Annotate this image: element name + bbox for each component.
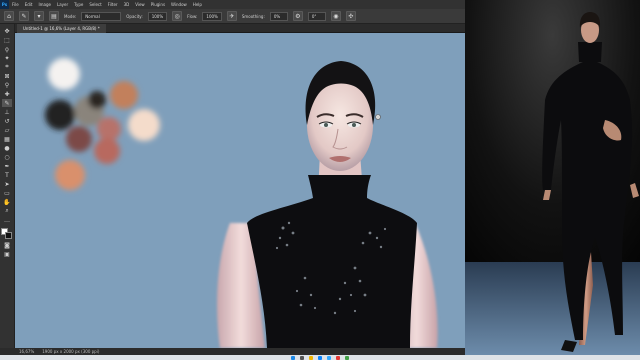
zoom-icon[interactable]: ⌕ bbox=[2, 207, 12, 215]
menu-help[interactable]: Help bbox=[190, 2, 205, 7]
healing-icon[interactable]: ✚ bbox=[2, 90, 12, 98]
menu-plugins[interactable]: Plugins bbox=[148, 2, 168, 7]
start-icon[interactable] bbox=[291, 355, 295, 360]
photoshop-icon[interactable] bbox=[327, 355, 331, 360]
color-palette bbox=[45, 58, 160, 190]
symmetry-icon[interactable]: ✣ bbox=[345, 11, 356, 21]
palette-swatch bbox=[48, 58, 80, 90]
menu-layer[interactable]: Layer bbox=[54, 2, 71, 7]
app-icon[interactable] bbox=[336, 355, 340, 360]
marquee-icon[interactable]: ⬚ bbox=[2, 36, 12, 44]
brush-preset-icon[interactable]: ✎ bbox=[19, 11, 29, 21]
palette-swatch bbox=[45, 100, 75, 130]
mode-label: Mode: bbox=[64, 13, 77, 19]
shape-icon[interactable]: ▭ bbox=[2, 189, 12, 197]
menu-type[interactable]: Type bbox=[71, 2, 86, 7]
menu-image[interactable]: Image bbox=[35, 2, 54, 7]
frame-icon[interactable]: ⊠ bbox=[2, 72, 12, 80]
photoshop-window: Ps File Edit Image Layer Type Select Fil… bbox=[0, 0, 465, 360]
reference-photo bbox=[465, 0, 640, 355]
options-bar: ⌂ ✎ ▾ ▤ Mode: Normal Opacity: 100% ◎ Flo… bbox=[0, 9, 465, 24]
menu-3d[interactable]: 3D bbox=[121, 2, 133, 7]
flow-label: Flow: bbox=[187, 13, 198, 19]
quick-mask-icon[interactable]: ◙ bbox=[2, 241, 12, 249]
palette-swatch bbox=[55, 160, 85, 190]
eraser-icon[interactable]: ▱ bbox=[2, 126, 12, 134]
palette-swatch bbox=[97, 117, 121, 141]
mode-select[interactable]: Normal bbox=[81, 11, 122, 21]
brush-settings-icon[interactable]: ▾ bbox=[34, 11, 44, 21]
zoom-readout[interactable]: 16,67% bbox=[19, 349, 34, 354]
gradient-icon[interactable]: ▦ bbox=[2, 135, 12, 143]
document-size: 1900 px x 2000 px (300 ppi) bbox=[42, 349, 100, 354]
pen-icon[interactable]: ✒ bbox=[2, 162, 12, 170]
search-icon[interactable] bbox=[300, 355, 304, 360]
screen-mode-icon[interactable]: ▣ bbox=[2, 250, 12, 258]
blur-icon[interactable]: ● bbox=[2, 144, 12, 152]
file-explorer-icon[interactable] bbox=[309, 355, 313, 360]
magic-wand-icon[interactable]: ✦ bbox=[2, 54, 12, 62]
document-tab[interactable]: Untitled-1 @ 16,6% (Layer 4, RGB/8) * bbox=[17, 24, 106, 33]
more-tools-icon[interactable]: … bbox=[2, 216, 12, 224]
palette-swatch bbox=[66, 126, 92, 152]
lasso-icon[interactable]: ϙ bbox=[2, 45, 12, 53]
dress bbox=[247, 175, 417, 348]
history-brush-icon[interactable]: ↺ bbox=[2, 117, 12, 125]
menu-filter[interactable]: Filter bbox=[105, 2, 121, 7]
flow-input[interactable]: 100% bbox=[202, 11, 222, 21]
canvas[interactable] bbox=[15, 33, 465, 348]
smoothing-label: Smoothing: bbox=[241, 13, 265, 19]
menu-select[interactable]: Select bbox=[86, 2, 104, 7]
path-select-icon[interactable]: ➤ bbox=[2, 180, 12, 188]
type-icon[interactable]: T bbox=[2, 171, 12, 179]
palette-swatch bbox=[88, 91, 106, 109]
earring bbox=[375, 114, 381, 120]
browser-icon[interactable] bbox=[318, 355, 322, 360]
menu-bar: Ps File Edit Image Layer Type Select Fil… bbox=[0, 0, 465, 9]
brush-panel-icon[interactable]: ▤ bbox=[49, 11, 59, 21]
status-bar: 16,67% 1900 px x 2000 px (300 ppi) bbox=[0, 348, 465, 355]
smoothing-options-icon[interactable]: ⚙ bbox=[292, 11, 303, 21]
document-tab-bar: Untitled-1 @ 16,6% (Layer 4, RGB/8) * bbox=[15, 24, 465, 33]
menu-window[interactable]: Window bbox=[168, 2, 190, 7]
palette-swatch bbox=[94, 138, 120, 164]
smoothing-input[interactable]: 0% bbox=[269, 11, 288, 21]
menu-file[interactable]: File bbox=[9, 2, 22, 7]
palette-swatch bbox=[110, 81, 138, 109]
dodge-icon[interactable]: ○ bbox=[2, 153, 12, 161]
artwork bbox=[45, 58, 438, 348]
menu-edit[interactable]: Edit bbox=[22, 2, 36, 7]
taskbar bbox=[0, 355, 640, 360]
background-color[interactable] bbox=[5, 232, 12, 239]
app-icon[interactable] bbox=[345, 355, 349, 360]
airbrush-icon[interactable]: ✈ bbox=[226, 11, 237, 21]
tools-panel: ✥ ⬚ ϙ ✦ ⌗ ⊠ ⚲ ✚ ✎ ⊥ ↺ ▱ ▦ ● ○ ✒ T ➤ ▭ ✋ … bbox=[0, 24, 15, 348]
menu-view[interactable]: View bbox=[132, 2, 148, 7]
hand-icon[interactable]: ✋ bbox=[2, 198, 12, 206]
pressure-size-icon[interactable]: ◉ bbox=[330, 11, 341, 21]
left-iris bbox=[324, 123, 328, 127]
home-icon[interactable]: ⌂ bbox=[4, 11, 14, 21]
model-turtleneck bbox=[578, 42, 602, 62]
runway-photo bbox=[465, 0, 640, 355]
right-iris bbox=[352, 123, 356, 127]
photoshop-logo-icon[interactable]: Ps bbox=[0, 0, 9, 9]
crop-icon[interactable]: ⌗ bbox=[2, 63, 12, 71]
brush-icon[interactable]: ✎ bbox=[2, 99, 12, 107]
clone-stamp-icon[interactable]: ⊥ bbox=[2, 108, 12, 116]
color-swatches[interactable] bbox=[1, 228, 13, 240]
opacity-label: Opacity: bbox=[126, 13, 143, 19]
pressure-opacity-icon[interactable]: ◎ bbox=[172, 11, 183, 21]
opacity-input[interactable]: 100% bbox=[147, 11, 168, 21]
palette-swatch bbox=[128, 109, 160, 141]
eyedropper-icon[interactable]: ⚲ bbox=[2, 81, 12, 89]
move-icon[interactable]: ✥ bbox=[2, 27, 12, 35]
angle-input[interactable]: 0° bbox=[307, 11, 326, 21]
